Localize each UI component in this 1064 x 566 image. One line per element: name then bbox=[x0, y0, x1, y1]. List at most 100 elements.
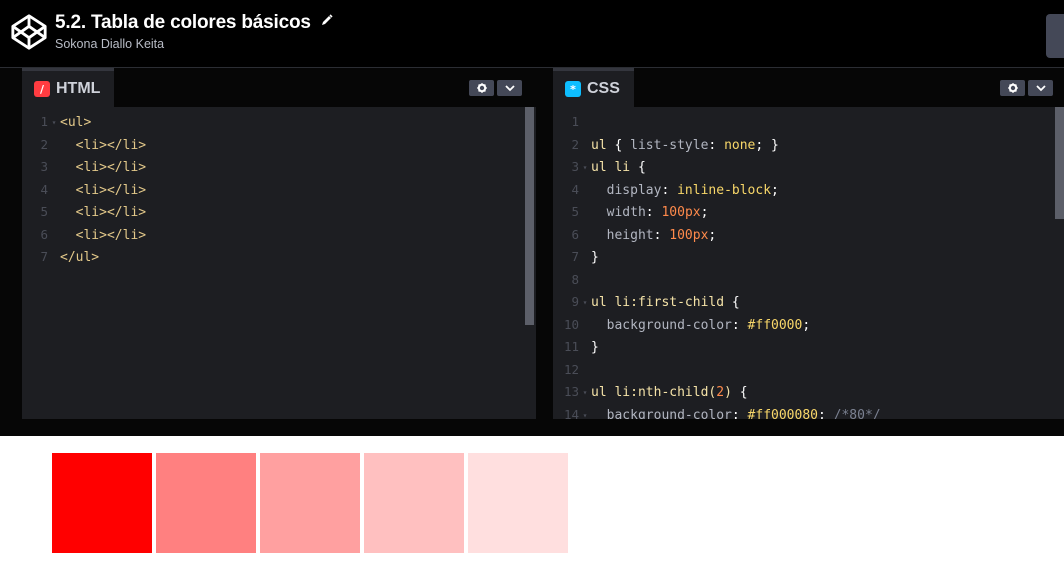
editors-area: / HTML 1 ▾ <ul> 2 <li></li> 3 <li></li> 4 <li… bbox=[0, 68, 1064, 419]
codepen-logo-icon[interactable] bbox=[10, 13, 48, 51]
html-scrollbar[interactable] bbox=[525, 107, 534, 325]
code-text: background-color: #ff0000; bbox=[606, 317, 811, 333]
gear-icon[interactable] bbox=[1000, 80, 1025, 96]
code-line[interactable]: 8 bbox=[553, 269, 1064, 292]
code-line[interactable]: 10 background-color: #ff0000; bbox=[553, 314, 1064, 337]
line-number: 3 bbox=[40, 159, 48, 174]
pen-header: 5.2. Tabla de colores básicos Sokona Dia… bbox=[0, 0, 1064, 68]
html-badge-icon: / bbox=[34, 81, 50, 97]
code-line[interactable]: 6 height: 100px; bbox=[553, 224, 1064, 247]
code-line[interactable]: 13 ▾ ul li:nth-child(2) { bbox=[553, 381, 1064, 404]
color-swatch bbox=[52, 453, 152, 553]
code-text: <li></li> bbox=[75, 205, 147, 220]
left-gutter bbox=[0, 68, 22, 419]
line-number: 10 bbox=[563, 316, 579, 332]
preview-resize-bar[interactable] bbox=[0, 419, 1064, 436]
line-number: 1 bbox=[571, 114, 579, 129]
code-text: </ul> bbox=[60, 250, 100, 265]
html-code-area[interactable]: 1 ▾ <ul> 2 <li></li> 3 <li></li> 4 <li></li> 5… bbox=[22, 111, 536, 269]
line-number: 5 bbox=[40, 204, 48, 219]
pen-title[interactable]: 5.2. Tabla de colores básicos bbox=[55, 12, 311, 34]
line-number: 7 bbox=[571, 249, 579, 264]
pen-author[interactable]: Sokona Diallo Keita bbox=[55, 37, 333, 51]
css-code-area[interactable]: 1 2 ul { list-style: none; } 3 ▾ ul li {4 d… bbox=[553, 111, 1064, 419]
color-swatch bbox=[364, 453, 464, 553]
line-number: 4 bbox=[40, 181, 48, 197]
color-swatch bbox=[260, 453, 360, 553]
chevron-down-icon[interactable] bbox=[497, 80, 522, 96]
code-line[interactable]: 2 ul { list-style: none; } bbox=[553, 134, 1064, 157]
gear-icon[interactable] bbox=[469, 80, 494, 96]
line-number: 6 bbox=[40, 226, 48, 242]
line-number: 1 bbox=[40, 114, 48, 129]
result-preview bbox=[0, 436, 1064, 566]
code-text: } bbox=[591, 250, 599, 265]
code-text: ul li:first-child { bbox=[591, 295, 740, 310]
code-line[interactable]: 3 <li></li> bbox=[22, 156, 536, 179]
line-number: 14 bbox=[563, 406, 579, 420]
line-number: 9 bbox=[571, 294, 579, 309]
code-text: background-color: #ff000080; /*80*/ bbox=[606, 407, 881, 420]
code-line[interactable]: 1 bbox=[553, 111, 1064, 134]
css-scrollbar[interactable] bbox=[1055, 107, 1064, 219]
code-line[interactable]: 7 </ul> bbox=[22, 246, 536, 269]
html-editor-controls bbox=[469, 80, 522, 96]
css-editor-header: * CSS bbox=[553, 68, 1064, 107]
css-badge-icon: * bbox=[565, 81, 581, 97]
tab-html[interactable]: / HTML bbox=[22, 68, 115, 107]
code-line[interactable]: 7 } bbox=[553, 246, 1064, 269]
code-text: <li></li> bbox=[75, 227, 147, 243]
line-number: 2 bbox=[40, 136, 48, 152]
line-number: 11 bbox=[563, 339, 579, 354]
fold-arrow-icon[interactable]: ▾ bbox=[579, 405, 591, 420]
code-line[interactable]: 5 width: 100px; bbox=[553, 201, 1064, 224]
fold-arrow-icon[interactable]: ▾ bbox=[579, 157, 591, 180]
code-line[interactable]: 2 <li></li> bbox=[22, 134, 536, 157]
css-editor-controls bbox=[1000, 80, 1053, 96]
tab-label: CSS bbox=[587, 80, 620, 97]
code-text: ul { list-style: none; } bbox=[591, 137, 779, 153]
tab-css[interactable]: * CSS bbox=[553, 68, 634, 107]
code-line[interactable]: 12 bbox=[553, 359, 1064, 382]
code-line[interactable]: 4 display: inline-block; bbox=[553, 179, 1064, 202]
code-line[interactable]: 3 ▾ ul li { bbox=[553, 156, 1064, 179]
line-number: 4 bbox=[571, 181, 579, 197]
line-number: 13 bbox=[563, 384, 579, 399]
pencil-edit-icon[interactable] bbox=[321, 14, 333, 26]
line-number: 7 bbox=[40, 249, 48, 264]
html-editor[interactable]: / HTML 1 ▾ <ul> 2 <li></li> 3 <li></li> 4 <li… bbox=[22, 68, 536, 419]
code-line[interactable]: 9 ▾ ul li:first-child { bbox=[553, 291, 1064, 314]
code-line[interactable]: 14 ▾ background-color: #ff000080; /*80*/ bbox=[553, 404, 1064, 420]
code-line[interactable]: 1 ▾ <ul> bbox=[22, 111, 536, 134]
html-editor-header: / HTML bbox=[22, 68, 536, 107]
fold-arrow-icon[interactable]: ▾ bbox=[579, 292, 591, 315]
editor-resize-handle[interactable] bbox=[536, 68, 553, 419]
header-action-button[interactable] bbox=[1046, 14, 1064, 58]
code-text: } bbox=[591, 340, 599, 355]
fold-arrow-icon[interactable]: ▾ bbox=[48, 112, 60, 135]
chevron-down-icon[interactable] bbox=[1028, 80, 1053, 96]
code-text: width: 100px; bbox=[606, 205, 709, 220]
code-line[interactable]: 11 } bbox=[553, 336, 1064, 359]
code-line[interactable]: 5 <li></li> bbox=[22, 201, 536, 224]
code-line[interactable]: 6 <li></li> bbox=[22, 224, 536, 247]
line-number: 8 bbox=[571, 271, 579, 287]
tab-label: HTML bbox=[56, 80, 101, 97]
code-line[interactable]: 4 <li></li> bbox=[22, 179, 536, 202]
css-editor[interactable]: * CSS 1 2 ul { list-style: none; } 3 ▾ ul l… bbox=[553, 68, 1064, 419]
fold-arrow-icon[interactable]: ▾ bbox=[579, 382, 591, 405]
code-text: <li></li> bbox=[75, 160, 147, 175]
